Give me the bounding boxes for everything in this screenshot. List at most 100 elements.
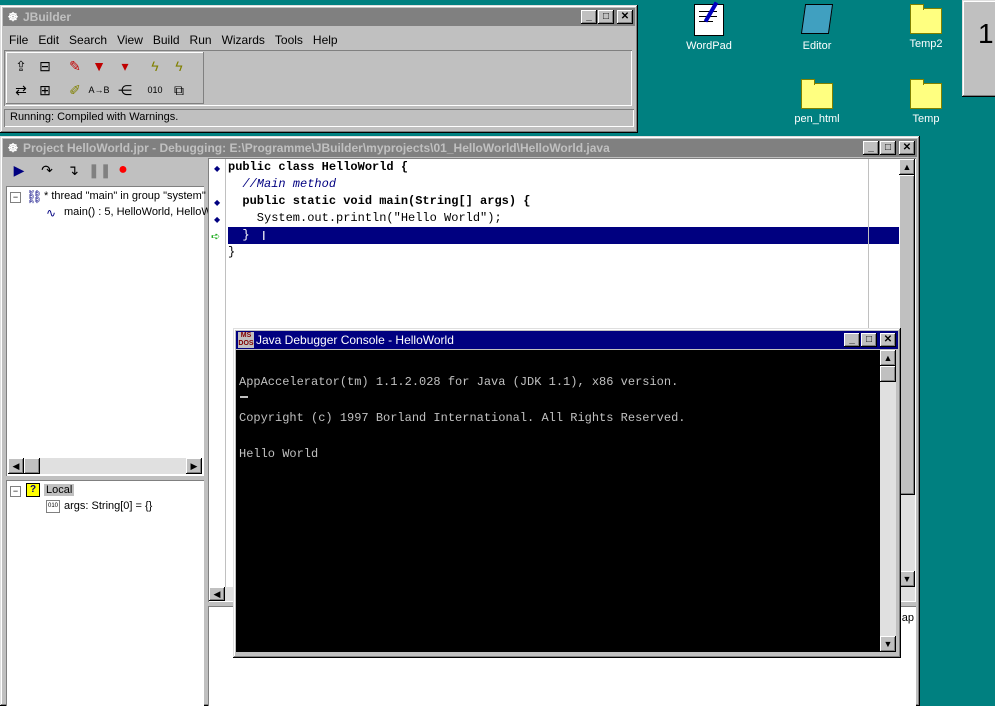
- pencil-icon[interactable]: ✐: [64, 80, 86, 100]
- highlight-icon[interactable]: ▼: [88, 56, 110, 76]
- status-bar: Running: Compiled with Warnings.: [4, 109, 634, 127]
- editor-vscrollbar[interactable]: ▲ ▼: [899, 159, 915, 587]
- code-line-6: }: [228, 245, 236, 259]
- project-titlebar[interactable]: ☸ Project HelloWorld.jpr - Debugging: E:…: [3, 139, 917, 157]
- jbuilder-title: JBuilder: [23, 10, 72, 24]
- thread-panel: − ⛓ * thread "main" in group "system" ∿ …: [6, 186, 212, 476]
- text-cursor-icon: I: [262, 228, 266, 243]
- highlight-multi-icon[interactable]: ▾: [114, 56, 136, 76]
- folder-icon: [801, 79, 833, 109]
- local-node[interactable]: Local: [44, 484, 75, 496]
- scroll-thumb[interactable]: [880, 366, 896, 382]
- desktop-icon-temp2[interactable]: Temp2: [891, 4, 961, 50]
- step-into-icon[interactable]: ↴: [62, 160, 84, 180]
- scroll-left-icon[interactable]: ◀: [8, 458, 24, 474]
- rebuild-icon[interactable]: ϟ: [168, 56, 190, 76]
- scroll-thumb[interactable]: [899, 175, 915, 495]
- variable-node[interactable]: args: String[0] = {}: [64, 500, 152, 512]
- project-title: Project HelloWorld.jpr - Debugging: E:\P…: [23, 141, 610, 155]
- minimize-button[interactable]: _: [844, 333, 860, 347]
- menu-search[interactable]: Search: [64, 30, 112, 50]
- jbuilder-app-icon: ☸: [7, 10, 19, 24]
- variable-icon: 010: [46, 500, 60, 513]
- menu-wizards[interactable]: Wizards: [217, 30, 270, 50]
- resume-icon[interactable]: ▶: [8, 160, 30, 180]
- binary-icon[interactable]: 010: [144, 80, 166, 100]
- variables-panel: − ? Local 010 args: String[0] = {}: [6, 480, 204, 706]
- scroll-right-icon[interactable]: ▶: [186, 458, 202, 474]
- question-icon: ?: [26, 483, 40, 497]
- step-over-icon[interactable]: ↷: [36, 160, 58, 180]
- thread-icon: ⛓: [26, 189, 43, 204]
- console-vscrollbar[interactable]: ▲ ▼: [880, 350, 896, 652]
- console-line-1: AppAccelerator(tm) 1.1.2.028 for Java (J…: [239, 375, 679, 389]
- menu-edit[interactable]: Edit: [33, 30, 64, 50]
- console-output[interactable]: AppAccelerator(tm) 1.1.2.028 for Java (J…: [236, 350, 881, 652]
- stack-frame-icon: ∿: [46, 206, 57, 220]
- msdos-icon: MS DOS: [238, 332, 254, 348]
- project-app-icon: ☸: [7, 141, 19, 155]
- close-button[interactable]: ✕: [899, 141, 915, 155]
- console-line-3: Hello World: [239, 447, 319, 461]
- menu-run[interactable]: Run: [185, 30, 217, 50]
- close-button[interactable]: ✕: [880, 333, 896, 347]
- side-panel-button[interactable]: 1: [962, 0, 995, 97]
- maximize-button[interactable]: □: [861, 333, 877, 347]
- console-line-2: Copyright (c) 1997 Borland International…: [239, 411, 686, 425]
- scroll-thumb[interactable]: [24, 458, 40, 474]
- desktop-icon-temp[interactable]: Temp: [891, 79, 961, 125]
- folder-icon: [910, 4, 942, 34]
- desktop-icon-wordpad[interactable]: WordPad: [674, 1, 744, 52]
- menu-help[interactable]: Help: [308, 30, 343, 50]
- expand-icon[interactable]: −: [10, 192, 21, 203]
- tree-icon[interactable]: ⧉: [168, 80, 190, 100]
- code-line-2: //Main method: [228, 177, 337, 191]
- replace-icon[interactable]: A→B: [88, 80, 110, 100]
- editor-icon: [800, 4, 834, 34]
- scroll-down-icon[interactable]: ▼: [899, 571, 915, 587]
- console-title: Java Debugger Console - HelloWorld: [256, 333, 454, 347]
- desktop-icon-editor[interactable]: Editor: [782, 4, 852, 52]
- menu-view[interactable]: View: [112, 30, 148, 50]
- maximize-button[interactable]: □: [880, 141, 896, 155]
- scroll-up-icon[interactable]: ▲: [899, 159, 915, 175]
- expand-icon[interactable]: −: [10, 486, 21, 497]
- execution-point-icon: ➪: [211, 231, 221, 243]
- make-icon[interactable]: ϟ: [144, 56, 166, 76]
- thread-node[interactable]: * thread "main" in group "system": [44, 190, 206, 202]
- minimize-button[interactable]: _: [863, 141, 879, 155]
- scroll-left-icon[interactable]: ◀: [209, 587, 225, 601]
- eraser-icon[interactable]: ✎: [64, 56, 86, 76]
- stop-icon[interactable]: ●: [112, 160, 134, 180]
- thread-hscrollbar[interactable]: ◀ ▶: [8, 458, 202, 474]
- desktop-icon-label: Editor: [802, 40, 832, 52]
- desktop-icon-pen-html[interactable]: pen_html: [782, 79, 852, 125]
- code-line-4: System.out.println("Hello World");: [228, 211, 502, 225]
- stack-frame-node[interactable]: main() : 5, HelloWorld, HelloW: [64, 206, 212, 218]
- current-line-highlight: [228, 227, 900, 244]
- open-file-icon[interactable]: ⊟: [34, 56, 56, 76]
- line-marker-icon: ◆: [214, 164, 221, 173]
- code-line-5: }: [228, 228, 250, 242]
- menu-build[interactable]: Build: [148, 30, 185, 50]
- save-all-icon[interactable]: ⊞: [34, 80, 56, 100]
- line-marker-icon: ◆: [214, 198, 221, 207]
- minimize-button[interactable]: _: [581, 10, 597, 24]
- save-icon[interactable]: ⇄: [10, 80, 32, 100]
- console-titlebar[interactable]: MS DOS Java Debugger Console - HelloWorld…: [236, 331, 898, 349]
- pause-icon[interactable]: ❚❚: [88, 160, 111, 180]
- maximize-button[interactable]: □: [598, 10, 614, 24]
- jbuilder-titlebar[interactable]: ☸ JBuilder _ □ ✕: [3, 8, 635, 26]
- hierarchy-icon[interactable]: ⋲: [114, 80, 136, 100]
- menu-tools[interactable]: Tools: [270, 30, 308, 50]
- debugger-console-window: MS DOS Java Debugger Console - HelloWorld…: [233, 328, 901, 658]
- code-line-3: public static void main(String[] args) {: [228, 194, 531, 208]
- folder-icon: [910, 79, 942, 109]
- toolbar-area: ⇪ ⊟ ✎ ▼ ▾ ϟ ϟ ⇄ ⊞ ✐ A→B ⋲ 010 ⧉: [4, 50, 632, 106]
- code-line-1: public class HelloWorld {: [228, 160, 409, 174]
- menu-file[interactable]: File: [4, 30, 33, 50]
- scroll-up-icon[interactable]: ▲: [880, 350, 896, 366]
- open-project-icon[interactable]: ⇪: [10, 56, 32, 76]
- close-button[interactable]: ✕: [617, 10, 633, 24]
- scroll-down-icon[interactable]: ▼: [880, 636, 896, 652]
